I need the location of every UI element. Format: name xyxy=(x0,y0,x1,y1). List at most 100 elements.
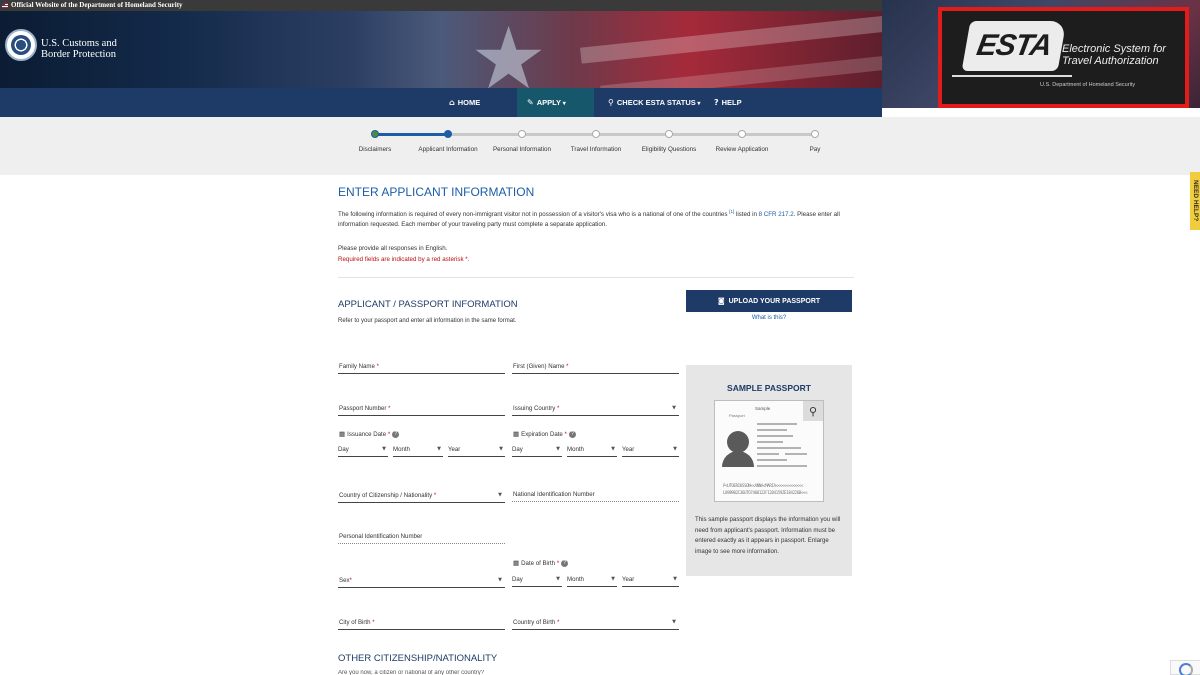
citizenship-select[interactable]: Country of Citizenship / Nationality * ▼ xyxy=(338,489,505,503)
first-name-field[interactable]: First (Given) Name * xyxy=(512,360,679,374)
step-dot-travel xyxy=(592,130,600,138)
issuing-country-select[interactable]: Issuing Country * ▼ xyxy=(512,402,679,416)
step-label-disclaimers[interactable]: Disclaimers xyxy=(359,146,392,153)
pencil-icon: ✎ xyxy=(527,98,534,107)
passport-header-word: Sample xyxy=(755,406,771,411)
chevron-down-icon: ▼ xyxy=(556,446,560,452)
city-of-birth-field[interactable]: City of Birth * xyxy=(338,616,505,630)
help-icon[interactable]: ? xyxy=(561,559,569,567)
family-name-field[interactable]: Family Name * xyxy=(338,360,505,374)
required-asterisk: * xyxy=(387,431,391,438)
passport-text-line xyxy=(757,429,787,431)
family-name-label-text: Family Name xyxy=(339,363,375,370)
personal-id-field[interactable]: Personal Identification Number xyxy=(338,530,505,544)
required-asterisk: * xyxy=(433,492,437,499)
passport-text-line xyxy=(757,447,801,449)
chevron-down-icon: ▾ xyxy=(561,101,566,107)
issuance-day-select[interactable]: Day ▼ xyxy=(338,444,388,457)
help-circle-icon: ? xyxy=(714,98,719,107)
passport-number-field[interactable]: Passport Number * xyxy=(338,402,505,416)
step-dot-pay xyxy=(811,130,819,138)
chevron-down-icon: ▼ xyxy=(672,405,676,411)
nav-home[interactable]: ⌂ HOME xyxy=(443,88,486,117)
magnify-icon[interactable]: ⚲ xyxy=(803,401,823,421)
step-label-pay: Pay xyxy=(809,146,821,153)
expiration-day-select[interactable]: Day ▼ xyxy=(512,444,562,457)
nav-help-label: HELP xyxy=(721,98,742,107)
birth-month-select[interactable]: Month ▼ xyxy=(567,574,617,587)
issuance-month-select[interactable]: Month ▼ xyxy=(393,444,443,457)
help-icon[interactable]: ? xyxy=(392,430,400,438)
recaptcha-badge-icon[interactable] xyxy=(1170,660,1200,675)
required-asterisk: * xyxy=(372,619,375,626)
required-asterisk: * xyxy=(566,363,569,370)
citizenship-label: Country of Citizenship / Nationality * xyxy=(339,492,436,499)
nav-apply[interactable]: ✎ APPLY ▾ xyxy=(517,88,594,117)
progress-track-complete xyxy=(375,133,448,136)
expiration-year-value: Year xyxy=(622,446,635,453)
dhs-seal-icon[interactable] xyxy=(5,29,37,61)
what-is-this-link[interactable]: What is this? xyxy=(686,315,852,321)
chevron-down-icon: ▾ xyxy=(695,101,701,107)
need-help-tab[interactable]: NEED HELP? xyxy=(1190,172,1200,230)
us-flag-icon xyxy=(2,2,8,8)
upload-passport-button[interactable]: ◙ UPLOAD YOUR PASSPORT xyxy=(686,290,852,312)
sex-label-text: Sex xyxy=(339,577,350,584)
passport-photo-icon xyxy=(727,431,749,453)
required-asterisk: * xyxy=(388,405,391,412)
step-dot-review xyxy=(738,130,746,138)
nav-check-status[interactable]: ⚲ CHECK ESTA STATUS ▾ xyxy=(602,88,706,117)
intro-text: The following information is required of… xyxy=(338,207,850,229)
agency-name-line2: Border Protection xyxy=(41,49,116,60)
section-divider xyxy=(338,277,854,278)
intro-text-part2: listed in xyxy=(734,211,759,219)
citizenship-label-text: Country of Citizenship / Nationality xyxy=(339,492,433,499)
passport-text-line xyxy=(757,459,787,461)
passport-text-line xyxy=(757,453,779,455)
cfr-link[interactable]: 8 CFR 217.2 xyxy=(759,211,794,218)
issuance-day-value: Day xyxy=(338,446,349,453)
nav-help[interactable]: ? HELP xyxy=(708,88,748,117)
progress-track-remaining xyxy=(448,133,816,136)
step-label-eligibility: Eligibility Questions xyxy=(641,146,697,153)
sample-passport-image[interactable]: Sample Passport ⚲ P<UTOERIKSSON<<ANNA<MA… xyxy=(714,400,824,502)
agency-name[interactable]: U.S. Customs and Border Protection xyxy=(41,38,117,60)
passport-header-label: Passport xyxy=(729,413,745,418)
issuance-year-select[interactable]: Year ▼ xyxy=(448,444,505,457)
step-dot-disclaimers xyxy=(371,130,379,138)
esta-logo-line xyxy=(952,75,1072,77)
page-title: ENTER APPLICANT INFORMATION xyxy=(338,185,535,199)
expiration-date-label-text: Expiration Date xyxy=(521,431,563,438)
birth-day-select[interactable]: Day ▼ xyxy=(512,574,562,587)
first-name-label-text: First (Given) Name xyxy=(513,363,565,370)
header-banner: ★ U.S. Customs and Border Protection xyxy=(0,11,882,88)
agency-name-line1: U.S. Customs and xyxy=(41,38,117,49)
country-of-birth-select[interactable]: Country of Birth * ▼ xyxy=(512,616,679,630)
chevron-down-icon: ▼ xyxy=(498,577,502,583)
national-id-field[interactable]: National Identification Number xyxy=(512,488,679,502)
required-note: Required fields are indicated by a red a… xyxy=(338,256,470,263)
sex-select[interactable]: Sex* ▼ xyxy=(338,574,505,588)
sample-passport-panel: SAMPLE PASSPORT Sample Passport ⚲ P<UTOE… xyxy=(686,365,852,576)
step-label-applicant[interactable]: Applicant Information xyxy=(418,146,477,153)
chevron-down-icon: ▼ xyxy=(382,446,386,452)
help-icon[interactable]: ? xyxy=(568,430,576,438)
country-of-birth-label: Country of Birth * xyxy=(513,619,559,626)
chevron-down-icon: ▼ xyxy=(437,446,441,452)
passport-mrz-line2: L898902C36UTO7408122F1204159ZE184226B<<< xyxy=(723,490,808,495)
passport-mrz-line1: P<UTOERIKSSON<<ANNA<MARIA<<<<<<<<<<<<< xyxy=(723,483,804,488)
step-label-travel: Travel Information xyxy=(570,146,622,153)
step-dot-eligibility xyxy=(665,130,673,138)
expiration-year-select[interactable]: Year ▼ xyxy=(622,444,679,457)
expiration-month-select[interactable]: Month ▼ xyxy=(567,444,617,457)
chevron-down-icon: ▼ xyxy=(498,492,502,498)
nav-home-label: HOME xyxy=(457,98,481,107)
section-title: APPLICANT / PASSPORT INFORMATION xyxy=(338,299,518,310)
passport-text-line xyxy=(785,453,807,455)
nav-apply-label: APPLY xyxy=(536,98,562,107)
calendar-icon: ▦ xyxy=(513,559,520,567)
birth-year-select[interactable]: Year ▼ xyxy=(622,574,679,587)
other-citizenship-title: OTHER CITIZENSHIP/NATIONALITY xyxy=(338,653,498,664)
esta-logo-subtitle: Electronic System for Travel Authorizati… xyxy=(1062,43,1166,67)
esta-logo: ESTA Electronic System for Travel Author… xyxy=(938,7,1189,108)
